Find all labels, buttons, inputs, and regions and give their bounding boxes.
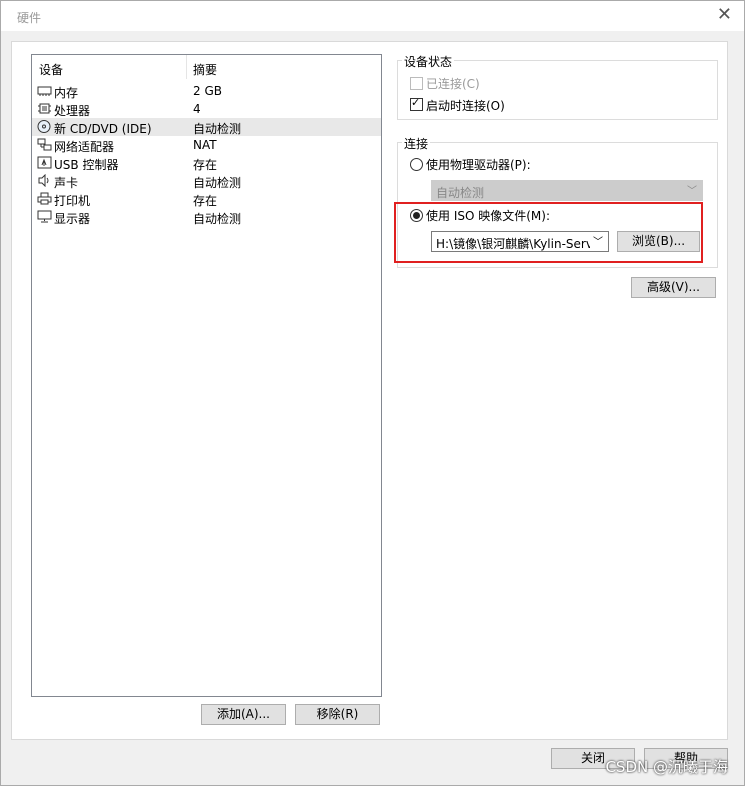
device-row-usb[interactable]: USB 控制器 存在: [32, 154, 381, 172]
connected-checkbox[interactable]: [410, 77, 423, 90]
checkmark-icon: ✓: [411, 96, 421, 109]
header-summary[interactable]: 摘要: [193, 61, 217, 78]
device-name: 内存: [54, 86, 79, 100]
printer-icon: [37, 192, 52, 205]
device-summary: 自动检测: [193, 122, 242, 136]
remove-device-button[interactable]: 移除(R): [295, 704, 380, 725]
connect-at-power-on-label[interactable]: 启动时连接(O): [426, 97, 505, 114]
device-summary: 4: [193, 102, 201, 116]
device-name: 声卡: [54, 176, 79, 190]
hardware-dialog: 硬件 ✕ 设备 摘要 内存 2 GB 处理器 4 新 CD/DVD (IDE) …: [0, 0, 745, 786]
device-list: 设备 摘要 内存 2 GB 处理器 4 新 CD/DVD (IDE) 自动检测: [31, 54, 382, 697]
window-title: 硬件: [17, 11, 42, 25]
device-row-printer[interactable]: 打印机 存在: [32, 190, 381, 208]
device-row-cd-dvd[interactable]: 新 CD/DVD (IDE) 自动检测: [32, 118, 381, 136]
speaker-icon: [38, 174, 49, 187]
device-summary: 自动检测: [193, 176, 242, 190]
device-summary: 自动检测: [193, 212, 242, 226]
close-icon[interactable]: ✕: [717, 5, 732, 25]
device-list-header: 设备 摘要: [32, 55, 381, 79]
device-row-network[interactable]: 网络适配器 NAT: [32, 136, 381, 154]
connected-label[interactable]: 已连接(C): [426, 75, 480, 92]
device-name: 显示器: [54, 212, 91, 226]
device-row-memory[interactable]: 内存 2 GB: [32, 82, 381, 100]
device-summary: 2 GB: [193, 84, 222, 98]
device-row-cpu[interactable]: 处理器 4: [32, 100, 381, 118]
add-device-button[interactable]: 添加(A)...: [201, 704, 286, 725]
header-divider: [186, 55, 187, 79]
device-name: 新 CD/DVD (IDE): [54, 122, 152, 136]
device-status-label: 设备状态: [402, 53, 455, 70]
highlight-annotation-box: [394, 202, 703, 263]
cd-icon: [37, 120, 51, 133]
cpu-icon: [38, 103, 51, 114]
chevron-down-icon: ﹀: [687, 186, 697, 197]
usb-icon: [37, 156, 52, 169]
physical-drive-value: 自动检测: [436, 186, 485, 200]
device-name: 网络适配器: [54, 140, 115, 154]
title-bar: 硬件 ✕: [1, 1, 744, 31]
network-icon: [37, 138, 52, 151]
device-row-display[interactable]: 显示器 自动检测: [32, 208, 381, 226]
device-name: 处理器: [54, 104, 91, 118]
device-name: 打印机: [54, 194, 91, 208]
watermark-text: CSDN @沉曦于海: [605, 758, 728, 776]
connection-label: 连接: [402, 135, 431, 152]
physical-drive-label[interactable]: 使用物理驱动器(P):: [426, 156, 531, 173]
monitor-icon: [37, 210, 52, 223]
header-device[interactable]: 设备: [39, 61, 63, 78]
device-summary: NAT: [193, 138, 217, 152]
memory-icon: [37, 86, 52, 96]
advanced-button[interactable]: 高级(V)...: [631, 277, 716, 298]
device-name: USB 控制器: [54, 158, 119, 172]
dialog-content: 设备 摘要 内存 2 GB 处理器 4 新 CD/DVD (IDE) 自动检测: [11, 41, 728, 740]
physical-drive-radio[interactable]: [410, 158, 423, 171]
physical-drive-select: 自动检测 ﹀: [431, 180, 703, 201]
device-row-sound[interactable]: 声卡 自动检测: [32, 172, 381, 190]
connect-at-power-on-checkbox[interactable]: ✓: [410, 96, 423, 111]
device-summary: 存在: [193, 194, 218, 208]
device-summary: 存在: [193, 158, 218, 172]
